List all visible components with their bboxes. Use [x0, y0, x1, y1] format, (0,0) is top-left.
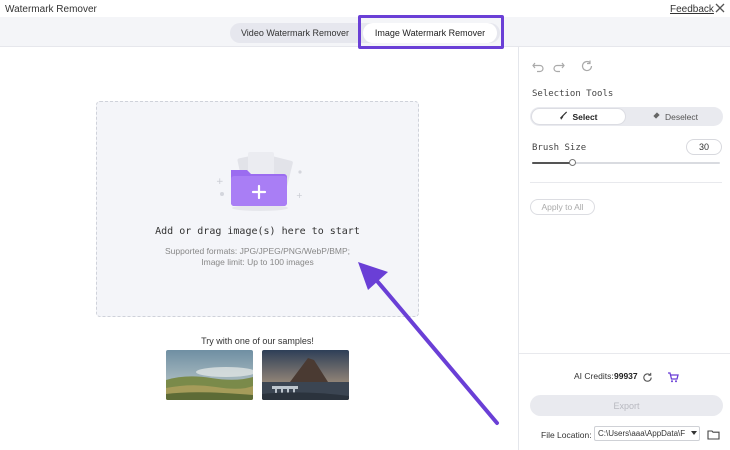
selection-tools-label: Selection Tools — [532, 89, 614, 99]
brush-size-label: Brush Size — [532, 143, 587, 153]
image-drop-zone[interactable]: + + Add or drag image(s) here to start S… — [96, 101, 419, 317]
select-label: Select — [572, 111, 598, 122]
sample-image-landscape[interactable] — [166, 350, 253, 400]
brush-size-value[interactable]: 30 — [686, 139, 722, 155]
section-divider — [530, 182, 722, 183]
ai-credits-label: AI Credits: — [574, 371, 614, 381]
close-icon[interactable] — [713, 1, 727, 15]
svg-text:+: + — [296, 191, 303, 200]
add-folder-icon: + + — [210, 150, 310, 214]
supported-formats-text: Supported formats: JPG/JPEG/PNG/WebP/BMP… — [164, 246, 351, 256]
drop-zone-title: Add or drag image(s) here to start — [155, 226, 360, 237]
brush-icon — [559, 111, 568, 122]
file-location-value: C:\Users\aaa\AppData\F — [598, 429, 686, 438]
sample-image-mountain[interactable] — [262, 350, 349, 400]
select-tool-button[interactable]: Select — [531, 108, 626, 125]
undo-icon[interactable] — [531, 59, 545, 73]
brush-size-slider-thumb[interactable] — [569, 159, 576, 166]
ai-credits-value: 99937 — [614, 371, 638, 381]
cart-icon[interactable] — [667, 370, 679, 383]
file-location-select[interactable]: C:\Users\aaa\AppData\F — [594, 426, 700, 441]
deselect-label: Deselect — [664, 111, 699, 122]
apply-to-all-button[interactable]: Apply to All — [530, 199, 595, 215]
deselect-tool-button[interactable]: Deselect — [628, 108, 722, 125]
samples-label: Try with one of our samples! — [201, 336, 314, 346]
feedback-link[interactable]: Feedback — [670, 4, 714, 15]
panel-divider — [518, 47, 519, 450]
svg-text:+: + — [216, 177, 224, 187]
brush-size-slider-fill — [532, 162, 573, 164]
image-limit-text: Image limit: Up to 100 images — [201, 257, 314, 267]
export-button[interactable]: Export — [530, 395, 723, 416]
app-title: Watermark Remover — [5, 4, 97, 15]
file-location-label: File Location: — [541, 430, 592, 440]
refresh-icon[interactable] — [642, 370, 653, 382]
footer-divider — [519, 353, 730, 354]
chevron-down-icon — [691, 431, 697, 435]
tab-video-watermark-remover[interactable]: Video Watermark Remover — [234, 23, 356, 43]
eraser-icon — [652, 111, 661, 122]
redo-icon[interactable] — [552, 59, 566, 73]
tab-image-watermark-remover[interactable]: Image Watermark Remover — [363, 23, 497, 43]
folder-icon[interactable] — [707, 427, 720, 440]
reset-icon[interactable] — [580, 59, 594, 73]
